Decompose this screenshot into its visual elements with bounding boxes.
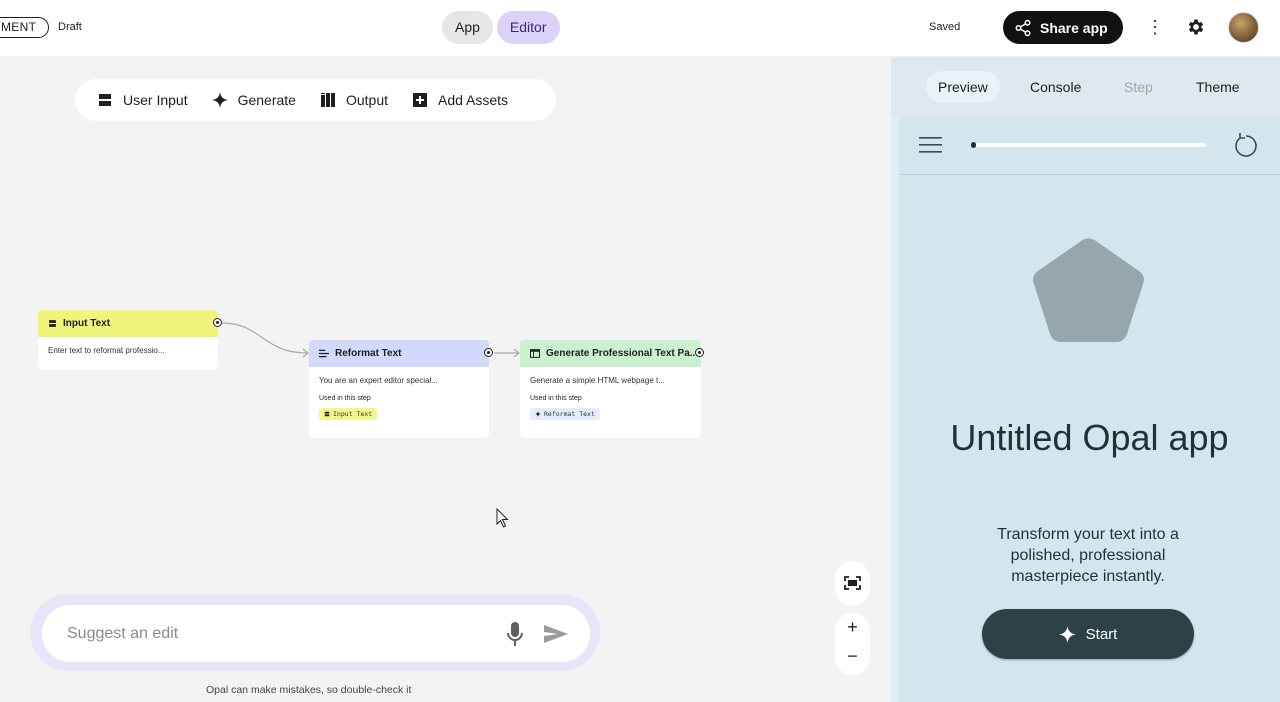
disclaimer-text: Opal can make mistakes, so double-check … [206,684,412,696]
add-assets-label: Add Assets [438,92,509,108]
generate-page-output-port[interactable] [695,348,704,357]
node-title: Input Text [63,318,111,329]
draft-status: Draft [58,21,82,33]
wire-input-to-reformat [221,322,309,354]
suggest-edit-placeholder[interactable]: Suggest an edit [67,625,178,643]
start-button[interactable]: Start [982,609,1194,659]
add-assets-tool[interactable]: Add Assets [412,92,508,108]
user-input-icon [49,320,56,327]
chip-label: Input Text [333,410,373,418]
generate-tool[interactable]: Generate [211,92,296,108]
output-tool[interactable]: Output [320,92,388,108]
tab-step[interactable]: Step [1112,71,1165,103]
avatar[interactable] [1228,12,1259,43]
app-description: Transform your text into a polished, pro… [997,526,1179,585]
generate-page-node[interactable]: Generate Professional Text Pa... Generat… [520,340,701,438]
reformat-text-node[interactable]: Reformat Text You are an expert editor s… [309,340,489,438]
user-input-icon [99,94,111,106]
start-label: Start [1085,625,1118,643]
wire-generate-arrow [513,348,520,358]
input-text-output-port[interactable] [213,318,222,327]
sparkle-icon [535,411,541,417]
user-input-label: User Input [123,92,188,108]
tab-preview[interactable]: Preview [926,71,1000,103]
mode-toggle: App Editor [442,11,560,44]
generate-page-node-header[interactable]: Generate Professional Text Pa... [520,340,701,367]
reformat-text-output-port[interactable] [484,348,493,357]
add-box-icon [413,93,427,107]
experiment-badge: MENT [0,17,50,38]
output-icon [320,93,335,107]
app-progress-bar [971,142,1206,148]
used-in-step-label: Used in this step [319,395,371,402]
wire-reformat-arrow [302,348,309,358]
progress-indicator [971,142,976,148]
sparkle-icon [211,92,228,108]
reformat-text-node-header[interactable]: Reformat Text [309,340,489,367]
text-format-icon [319,349,329,358]
web-page-icon [530,349,540,358]
node-description: Enter text to reformat professio... [48,346,165,355]
user-input-tool[interactable]: User Input [97,92,188,108]
app-logo-shape [1033,238,1144,342]
input-reference-chip[interactable]: Input Text [319,408,378,420]
output-label: Output [345,92,388,108]
fit-view-button[interactable] [835,561,870,606]
reformat-reference-chip[interactable]: Reformat Text [530,408,600,420]
used-in-step-label: Used in this step [530,395,582,402]
editor-mode-button[interactable]: Editor [496,11,560,44]
share-icon [1015,19,1031,36]
restart-icon[interactable] [1234,132,1258,158]
share-app-button[interactable]: Share app [1003,11,1123,44]
tab-console[interactable]: Console [1018,71,1093,103]
menu-icon[interactable] [919,137,942,153]
top-bar: MENT Draft App Editor Saved Share app ⋮ [0,0,1280,56]
zoom-out-button[interactable]: − [835,646,870,667]
input-text-node[interactable]: Input Text Enter text to reformat profes… [38,310,218,370]
node-description: Generate a simple HTML webpage t... [530,376,665,385]
zoom-in-button[interactable]: + [835,617,870,638]
node-title: Reformat Text [335,348,402,359]
zoom-controls: + − [835,613,870,675]
node-title: Generate Professional Text Pa... [546,348,699,359]
tab-theme[interactable]: Theme [1184,71,1252,103]
sparkle-icon [1058,625,1076,643]
generate-label: Generate [237,92,296,108]
send-icon[interactable] [544,625,568,643]
gear-icon[interactable] [1186,17,1206,37]
mouse-cursor-icon [496,508,509,528]
more-options-icon[interactable]: ⋮ [1146,16,1164,40]
app-title: Untitled Opal app [950,417,1229,458]
microphone-icon[interactable] [506,621,524,647]
node-toolbar: User Input Generate Output Add Assets [75,79,556,121]
saved-status: Saved [929,21,961,33]
app-mode-button[interactable]: App [442,11,493,44]
user-input-icon [324,411,330,417]
fit-screen-icon [844,576,861,590]
share-app-label: Share app [1040,19,1108,36]
node-description: You are an expert editor special... [319,376,438,385]
chip-label: Reformat Text [544,410,595,418]
input-text-node-header[interactable]: Input Text [38,310,218,337]
